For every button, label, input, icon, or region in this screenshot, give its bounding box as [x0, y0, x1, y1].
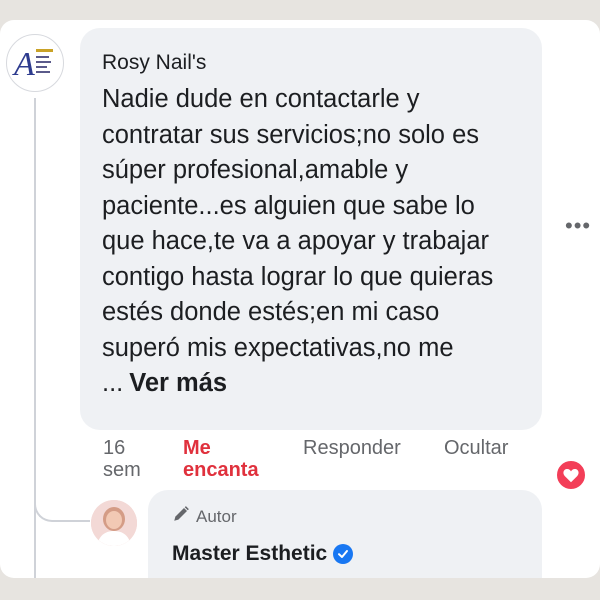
- rosy-nails-logo: A: [8, 36, 62, 90]
- commenter-avatar[interactable]: A: [6, 34, 64, 92]
- reply-author-avatar[interactable]: [91, 500, 137, 546]
- reply-author-name[interactable]: Master Esthetic: [172, 542, 327, 566]
- svg-text:A: A: [12, 46, 35, 83]
- comment-bubble: Rosy Nail's Nadie dude en contactarle y …: [80, 28, 542, 430]
- profile-photo: [91, 500, 137, 546]
- pencil-icon: [172, 505, 190, 528]
- comment-actions: 16 sem Me encanta Responder Ocultar: [103, 437, 543, 485]
- more-horizontal-icon[interactable]: •••: [565, 215, 591, 237]
- hide-button[interactable]: Ocultar: [444, 437, 508, 459]
- comment-thread-card: A Rosy Nail's Nadie dude en contactarle …: [0, 20, 600, 578]
- reply-bubble: Autor Master Esthetic: [148, 490, 542, 578]
- thread-reply-connector: [34, 490, 90, 522]
- reply-author-name-row: Master Esthetic: [172, 542, 542, 566]
- verified-badge-icon: [333, 544, 354, 564]
- comment-text-content: Nadie dude en contactarle y contratar su…: [102, 85, 494, 397]
- heart-icon: [563, 468, 579, 483]
- comment-text: Nadie dude en contactarle y contratar su…: [102, 82, 524, 402]
- author-badge: Autor: [172, 505, 542, 528]
- comment-author[interactable]: Rosy Nail's: [102, 50, 524, 76]
- love-reaction-button[interactable]: Me encanta: [183, 437, 273, 481]
- author-badge-label: Autor: [196, 506, 237, 526]
- comment-timestamp[interactable]: 16 sem: [103, 437, 153, 481]
- see-more-link[interactable]: Ver más: [129, 369, 227, 397]
- reply-button[interactable]: Responder: [303, 437, 401, 459]
- love-reaction-icon[interactable]: [554, 458, 588, 492]
